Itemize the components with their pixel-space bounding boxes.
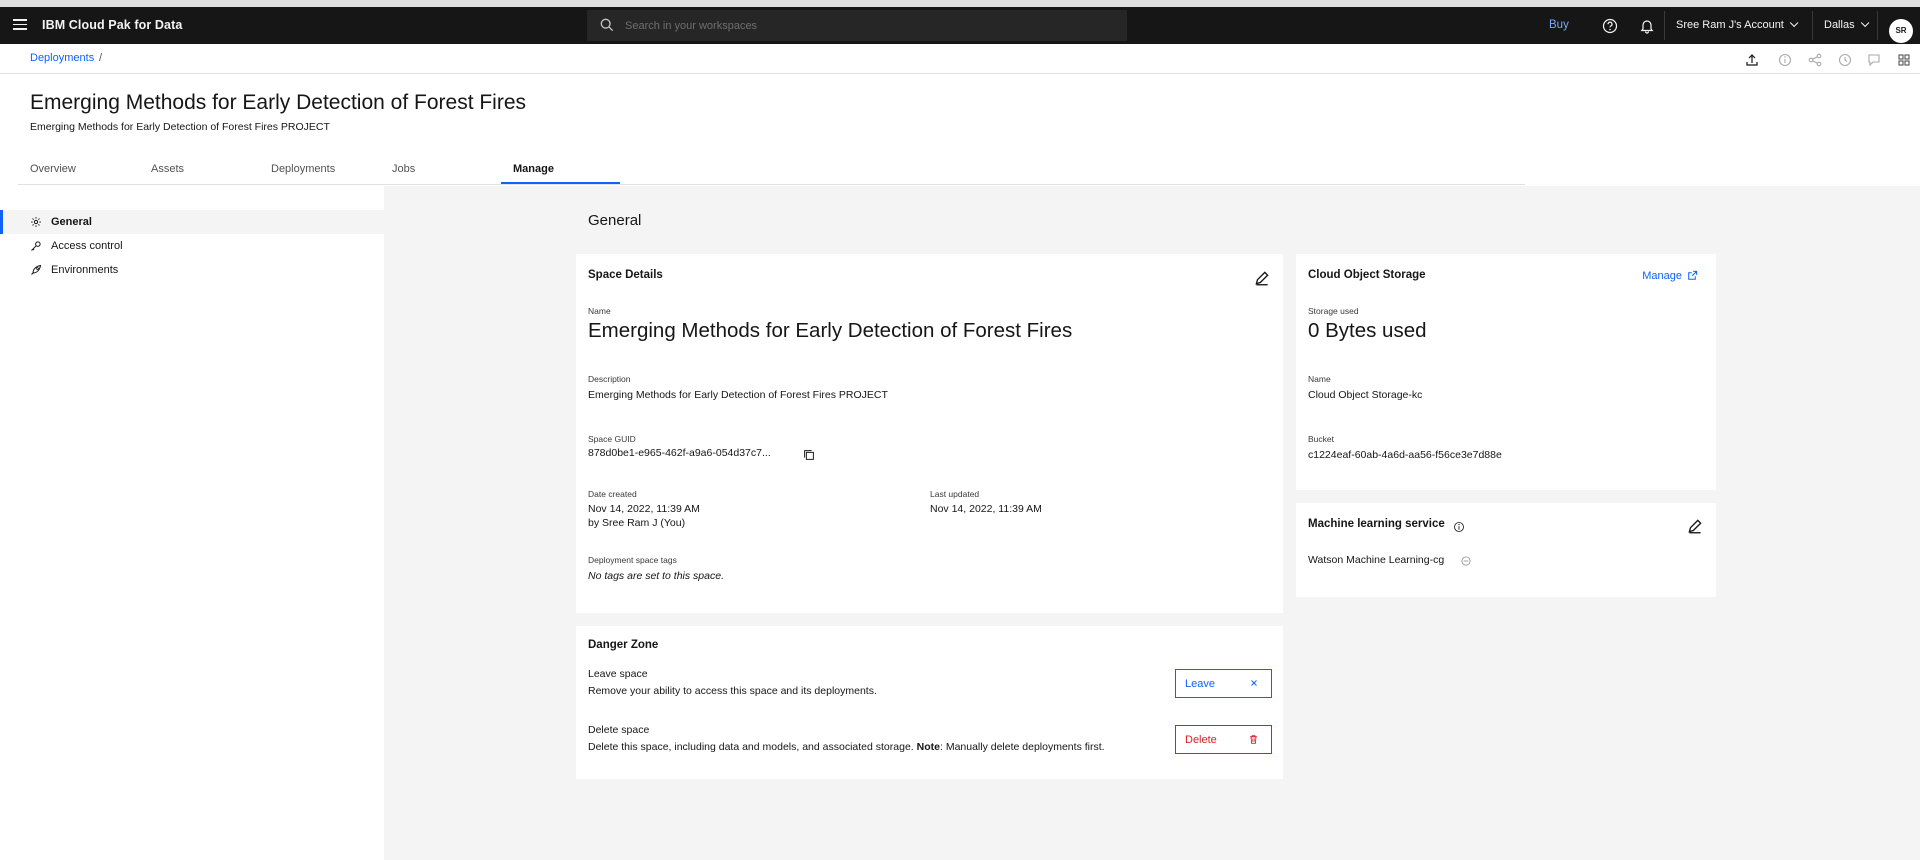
tags-value: No tags are set to this space. [588,570,724,582]
page-title: Emerging Methods for Early Detection of … [30,91,527,114]
delete-button[interactable]: Delete [1175,725,1272,754]
sidenav-item-environments[interactable]: Environments [0,258,384,282]
delete-space-title: Delete space [588,724,650,736]
copy-icon[interactable] [802,448,816,462]
leave-button-label: Leave [1185,677,1215,690]
trash-icon [1250,735,1257,744]
name-label: Name [588,306,611,316]
guid-value: 878d0be1-e965-462f-a9a6-054d37c7... [588,447,771,459]
product-brand[interactable]: IBM Cloud Pak for Data [42,18,182,32]
user-avatar[interactable]: SR [1889,19,1913,43]
sidenav-item-label: Environments [51,264,119,276]
delete-note-label: Note [916,741,940,753]
tab-jobs[interactable]: Jobs [392,163,415,175]
bucket-value: c1224eaf-60ab-4a6d-aa56-f56ce3e7d88e [1308,449,1502,461]
storage-used-value: 0 Bytes used [1308,319,1427,342]
sidenav-item-general[interactable]: General [0,210,384,234]
leave-button[interactable]: Leave [1175,669,1272,698]
launch-icon [1688,270,1698,280]
date-created-label: Date created [588,489,637,499]
leave-space-title: Leave space [588,668,648,680]
active-tab-indicator [501,182,620,184]
header-divider [1812,11,1813,40]
hamburger-menu-icon[interactable] [10,16,30,36]
window-top-strip [0,0,1920,7]
bucket-label: Bucket [1308,434,1334,444]
side-nav: General Access control Environments [0,186,384,860]
account-label: Sree Ram J's Account [1676,19,1784,31]
info-icon[interactable] [1453,521,1465,533]
ml-service-value: Watson Machine Learning-cg [1308,554,1445,566]
notification-bell-icon[interactable] [1637,16,1657,36]
delete-button-label: Delete [1185,733,1217,746]
tab-manage[interactable]: Manage [513,163,554,175]
global-search[interactable] [587,10,1127,41]
tags-label: Deployment space tags [588,555,677,565]
tile-title: Cloud Object Storage [1308,269,1426,281]
apps-icon[interactable] [1896,52,1912,68]
space-name-value: Emerging Methods for Early Detection of … [588,319,1073,342]
chevron-down-icon [1860,18,1869,28]
tab-assets[interactable]: Assets [151,163,184,175]
tab-bar: Overview Assets Deployments Jobs Manage [18,157,1525,185]
last-updated-label: Last updated [930,489,980,499]
manage-link[interactable]: Manage [1642,270,1698,282]
history-icon[interactable] [1837,52,1853,68]
region-switcher[interactable]: Dallas [1824,18,1869,31]
cos-name-value: Cloud Object Storage-kc [1308,389,1423,401]
ml-service-tile: Machine learning service Watson Machine … [1296,503,1716,597]
tab-deployments[interactable]: Deployments [271,163,335,175]
edit-pencil-icon[interactable] [1686,517,1704,535]
breadcrumb-deployments[interactable]: Deployments [30,52,94,64]
tile-title: Machine learning service [1308,518,1445,530]
chat-icon[interactable] [1866,52,1882,68]
manage-link-label: Manage [1642,270,1682,282]
tile-title: Space Details [588,269,663,281]
header-divider [1877,11,1878,40]
share-icon[interactable] [1807,52,1823,68]
created-by-value: by Sree Ram J (You) [588,517,686,529]
guid-label: Space GUID [588,434,636,444]
gear-icon [31,217,41,227]
tab-overview[interactable]: Overview [30,163,76,175]
sidenav-item-access-control[interactable]: Access control [0,234,384,258]
sidenav-item-label: General [51,216,92,228]
status-unknown-icon [1461,556,1471,566]
breadcrumb-bar: Deployments / [0,44,1920,74]
buy-link[interactable]: Buy [1549,19,1569,31]
breadcrumb-separator: / [99,52,103,64]
sidenav-item-label: Access control [51,240,123,252]
account-switcher[interactable]: Sree Ram J's Account [1676,18,1799,31]
date-created-value: Nov 14, 2022, 11:39 AM [588,503,700,515]
danger-zone-tile: Danger Zone Leave space Remove your abil… [576,626,1283,779]
delete-space-description: Delete this space, including data and mo… [588,741,1105,753]
delete-note-text: : Manually delete deployments first. [939,741,1105,753]
search-icon [600,18,614,32]
rocket-icon [31,264,42,275]
key-icon [31,241,41,251]
storage-used-label: Storage used [1308,306,1359,316]
leave-space-description: Remove your ability to access this space… [588,685,877,697]
help-icon[interactable] [1600,16,1620,36]
description-value: Emerging Methods for Early Detection of … [588,389,888,401]
cos-name-label: Name [1308,374,1331,384]
space-details-tile: Space Details Name Emerging Methods for … [576,254,1283,613]
header-divider [1664,11,1665,40]
info-icon[interactable] [1777,52,1793,68]
last-updated-value: Nov 14, 2022, 11:39 AM [930,503,1042,515]
chevron-down-icon [1789,18,1799,28]
delete-description-text: Delete this space, including data and mo… [588,741,914,753]
cloud-object-storage-tile: Cloud Object Storage Manage Storage used… [1296,254,1716,490]
section-title: General [588,212,642,229]
region-label: Dallas [1824,19,1855,31]
description-label: Description [588,374,631,384]
search-input[interactable] [625,10,1115,41]
tile-title: Danger Zone [588,639,659,651]
edit-pencil-icon[interactable] [1253,269,1271,287]
page-subtitle: Emerging Methods for Early Detection of … [30,121,330,133]
close-icon [1251,680,1257,686]
upload-icon[interactable] [1744,52,1760,68]
main-content: General Space Details Name Emerging Meth… [384,186,1920,860]
top-header: IBM Cloud Pak for Data Buy Sree Ram J's … [0,7,1920,44]
